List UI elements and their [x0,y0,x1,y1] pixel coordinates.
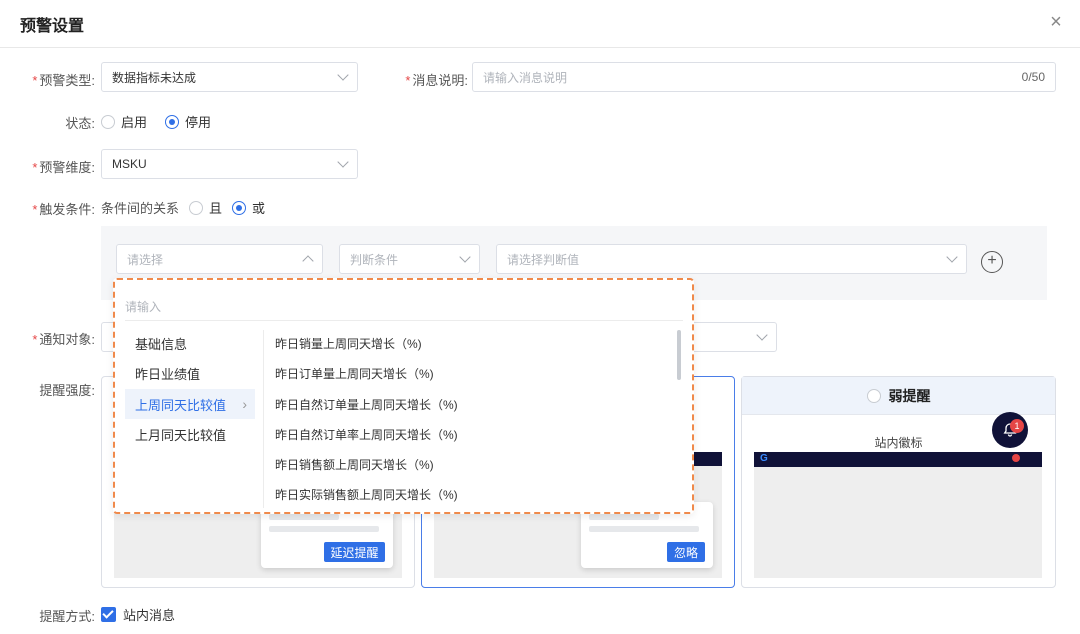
mock-header-bar [690,452,722,466]
dropdown-divider [125,320,683,321]
status-radio-group: 启用 停用 [101,112,211,131]
cascader-dropdown: 请输入 基础信息 昨日业绩值 上周同天比较值 › 上月同天比较值 昨日销量上周同… [113,278,694,514]
relation-and-radio[interactable]: 且 [189,198,222,217]
mock-screen [754,467,1042,578]
option-item[interactable]: 昨日实际销售额上周同天增长（%) [275,479,458,509]
alert-type-select[interactable]: 数据指标未达成 [101,62,358,92]
ignore-button[interactable]: 忽略 [667,542,705,562]
relation-label: 条件间的关系 [101,201,180,216]
option-item[interactable]: 昨日自然订单率上周同天增长（%) [275,419,458,449]
dialog-title: 预警设置 [20,18,85,35]
add-condition-icon[interactable]: + [981,251,1003,273]
method-checkbox-group[interactable]: 站内消息 [101,605,175,624]
condition-judge-select[interactable]: 判断条件 [339,244,480,274]
dimension-label: * 预警维度: [32,160,95,175]
strength-label: 提醒强度: [39,383,95,398]
weak-card-title: 弱提醒 [888,387,931,404]
trigger-relation: 条件间的关系 且 或 [101,198,265,217]
option-item[interactable]: 昨日销量上周同天增长（%) [275,328,422,358]
chevron-down-icon [459,251,471,263]
relation-or-radio[interactable]: 或 [232,198,265,217]
weak-radio[interactable] [866,388,881,403]
option-item[interactable]: 昨日销售额上周同天增长（%) [275,449,434,479]
chevron-down-icon [756,329,768,341]
alert-type-value: 数据指标未达成 [112,70,197,85]
chevron-down-icon [337,69,349,81]
category-item-active[interactable]: 上周同天比较值 › [125,389,255,419]
message-placeholder: 请输入消息说明 [483,70,568,85]
alert-type-label: * 预警类型: [32,73,95,88]
chevron-right-icon: › [242,396,247,412]
dropdown-search-input[interactable]: 请输入 [125,298,161,315]
close-icon[interactable]: × [1046,12,1066,32]
condition-value-select[interactable]: 请选择判断值 [496,244,967,274]
method-option-label: 站内消息 [123,608,176,623]
message-label: * 消息说明: [405,73,468,88]
status-label: 状态: [65,116,95,131]
method-label: 提醒方式: [39,609,95,624]
chevron-down-icon [337,156,349,168]
logo-icon: G [760,453,768,464]
status-disable-radio[interactable]: 停用 [165,112,211,131]
delay-remind-button[interactable]: 延迟提醒 [324,542,385,562]
condition-field-select[interactable]: 请选择 [116,244,323,274]
message-counter: 0/50 [1021,70,1045,84]
chevron-up-icon [302,255,314,267]
dropdown-scrollbar[interactable] [677,330,681,380]
weak-card-header: 弱提醒 [742,377,1055,415]
badge-dot-icon [1012,454,1020,462]
dimension-select[interactable]: MSKU [101,149,358,179]
dimension-value: MSKU [112,157,147,171]
checkbox-checked-icon[interactable] [101,607,116,622]
status-enable-radio[interactable]: 启用 [101,112,147,131]
trigger-label: * 触发条件: [32,202,95,217]
header-divider [0,47,1080,48]
notify-label: * 通知对象: [32,332,95,347]
category-item[interactable]: 上月同天比较值 [125,419,255,449]
option-item[interactable]: 昨日自然订单量上周同天增长（%) [275,389,458,419]
option-item[interactable]: 昨日订单量上周同天增长（%) [275,358,434,388]
category-item[interactable]: 昨日业绩值 [125,358,255,388]
bell-count-badge: 1 [1010,419,1024,433]
mock-header-bar: G [754,452,1042,467]
dropdown-column-divider [263,330,264,508]
message-input[interactable]: 请输入消息说明 0/50 [472,62,1056,92]
category-item[interactable]: 基础信息 [125,328,255,358]
chevron-down-icon [946,251,958,263]
